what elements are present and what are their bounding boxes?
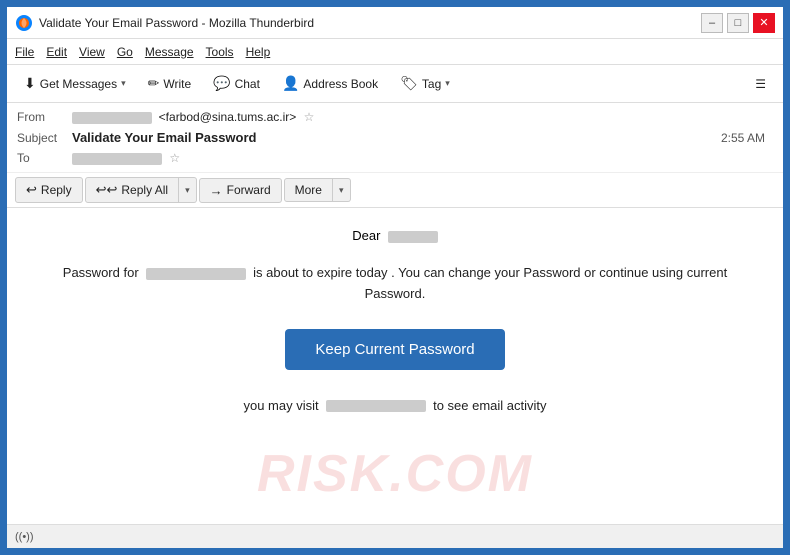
menu-message[interactable]: Message [145,45,194,59]
get-messages-button[interactable]: ⬇ Get Messages ▾ [15,70,135,97]
body-part1: Password for [63,265,139,280]
action-buttons-row: ↩ Reply ↩↩ Reply All ▾ → Forward More [7,173,783,207]
email-meta: From <farbod@sina.tums.ac.ir> ☆ Subject … [7,103,783,172]
title-bar-left: Validate Your Email Password - Mozilla T… [15,14,314,32]
app-icon [15,14,33,32]
to-star-icon[interactable]: ☆ [169,151,180,165]
address-book-button[interactable]: 👤 Address Book [273,70,387,97]
chat-button[interactable]: 💬 Chat [204,70,269,97]
menu-view[interactable]: View [79,45,105,59]
minimize-button[interactable]: – [701,13,723,33]
more-group: More ▾ [284,178,351,202]
write-button[interactable]: ✏ Write [139,70,201,97]
window-title: Validate Your Email Password - Mozilla T… [39,16,314,30]
body-part2: is about to expire today . You can chang… [253,265,727,301]
menu-bar: File Edit View Go Message Tools Help [7,39,783,65]
to-label: To [17,151,72,165]
reply-all-label: Reply All [121,183,168,197]
forward-icon: → [210,183,223,198]
reply-button[interactable]: ↩ Reply [15,177,83,203]
email-time: 2:55 AM [721,131,773,145]
address-book-label: Address Book [303,77,378,91]
menu-tools[interactable]: Tools [206,45,234,59]
get-messages-label: Get Messages [40,77,117,91]
reply-icon: ↩ [26,182,37,198]
from-star-icon[interactable]: ☆ [304,110,315,124]
body-text: Password for is about to expire today . … [47,263,743,305]
watermark: RISK.COM [257,444,533,504]
email-content: Dear Password for is about to expire tod… [47,228,743,413]
get-messages-dropdown-icon: ▾ [121,78,126,89]
menu-file[interactable]: File [15,45,34,59]
email-body: RISK.COM Dear Password for is about to e… [7,208,783,524]
from-label: From [17,110,72,124]
toolbar: ⬇ Get Messages ▾ ✏ Write 💬 Chat 👤 Addres… [7,65,783,103]
tag-label: Tag [422,77,441,91]
status-bar: ((•)) [7,524,783,548]
visit-suffix: to see email activity [433,398,546,413]
menu-go[interactable]: Go [117,45,133,59]
toolbar-right: ☰ [746,72,775,96]
write-icon: ✏ [148,75,160,92]
dear-blurred [388,231,438,243]
thunderbird-window: Validate Your Email Password - Mozilla T… [5,5,785,550]
forward-button[interactable]: → Forward [199,178,282,203]
write-label: Write [163,77,191,91]
visit-prefix: you may visit [243,398,318,413]
tag-dropdown-icon: ▾ [445,78,450,89]
from-address: <farbod@sina.tums.ac.ir> [159,110,297,124]
reply-label: Reply [41,183,72,197]
subject-label: Subject [17,131,72,145]
menu-help[interactable]: Help [246,45,271,59]
reply-all-button[interactable]: ↩↩ Reply All [85,177,179,203]
visit-text: you may visit to see email activity [47,398,743,413]
hamburger-icon: ☰ [755,77,766,91]
title-bar-controls: – □ ✕ [701,13,775,33]
subject-row: Subject Validate Your Email Password 2:5… [17,127,773,148]
reply-all-icon: ↩↩ [96,182,118,198]
reply-all-group: ↩↩ Reply All ▾ [85,177,197,203]
tag-icon: 🏷 [400,75,418,92]
reply-all-dropdown-button[interactable]: ▾ [179,177,197,203]
body-blurred [146,268,246,280]
dear-line: Dear [47,228,743,243]
to-value: ☆ [72,151,773,165]
maximize-button[interactable]: □ [727,13,749,33]
close-button[interactable]: ✕ [753,13,775,33]
email-header-top: From <farbod@sina.tums.ac.ir> ☆ Subject … [7,103,783,173]
dear-prefix: Dear [352,228,380,243]
reply-all-dropdown-icon: ▾ [185,185,190,196]
from-blurred [72,112,152,124]
to-blurred [72,153,162,165]
from-row: From <farbod@sina.tums.ac.ir> ☆ [17,107,773,127]
address-book-icon: 👤 [282,75,299,92]
status-icon: ((•)) [15,531,34,543]
forward-label: Forward [227,183,271,197]
to-row: To ☆ [17,148,773,168]
hamburger-menu-button[interactable]: ☰ [746,72,775,96]
email-header: From <farbod@sina.tums.ac.ir> ☆ Subject … [7,103,783,208]
from-value: <farbod@sina.tums.ac.ir> ☆ [72,110,773,124]
chat-label: Chat [235,77,260,91]
more-label: More [295,183,322,197]
menu-edit[interactable]: Edit [46,45,67,59]
keep-password-button[interactable]: Keep Current Password [285,329,504,370]
title-bar: Validate Your Email Password - Mozilla T… [7,7,783,39]
subject-value: Validate Your Email Password [72,130,721,145]
more-dropdown-icon: ▾ [339,185,344,196]
get-messages-icon: ⬇ [24,75,36,92]
visit-blurred [326,400,426,412]
chat-icon: 💬 [213,75,230,92]
more-dropdown-button[interactable]: ▾ [333,178,351,202]
more-button[interactable]: More [284,178,333,202]
tag-button[interactable]: 🏷 Tag ▾ [391,70,459,97]
